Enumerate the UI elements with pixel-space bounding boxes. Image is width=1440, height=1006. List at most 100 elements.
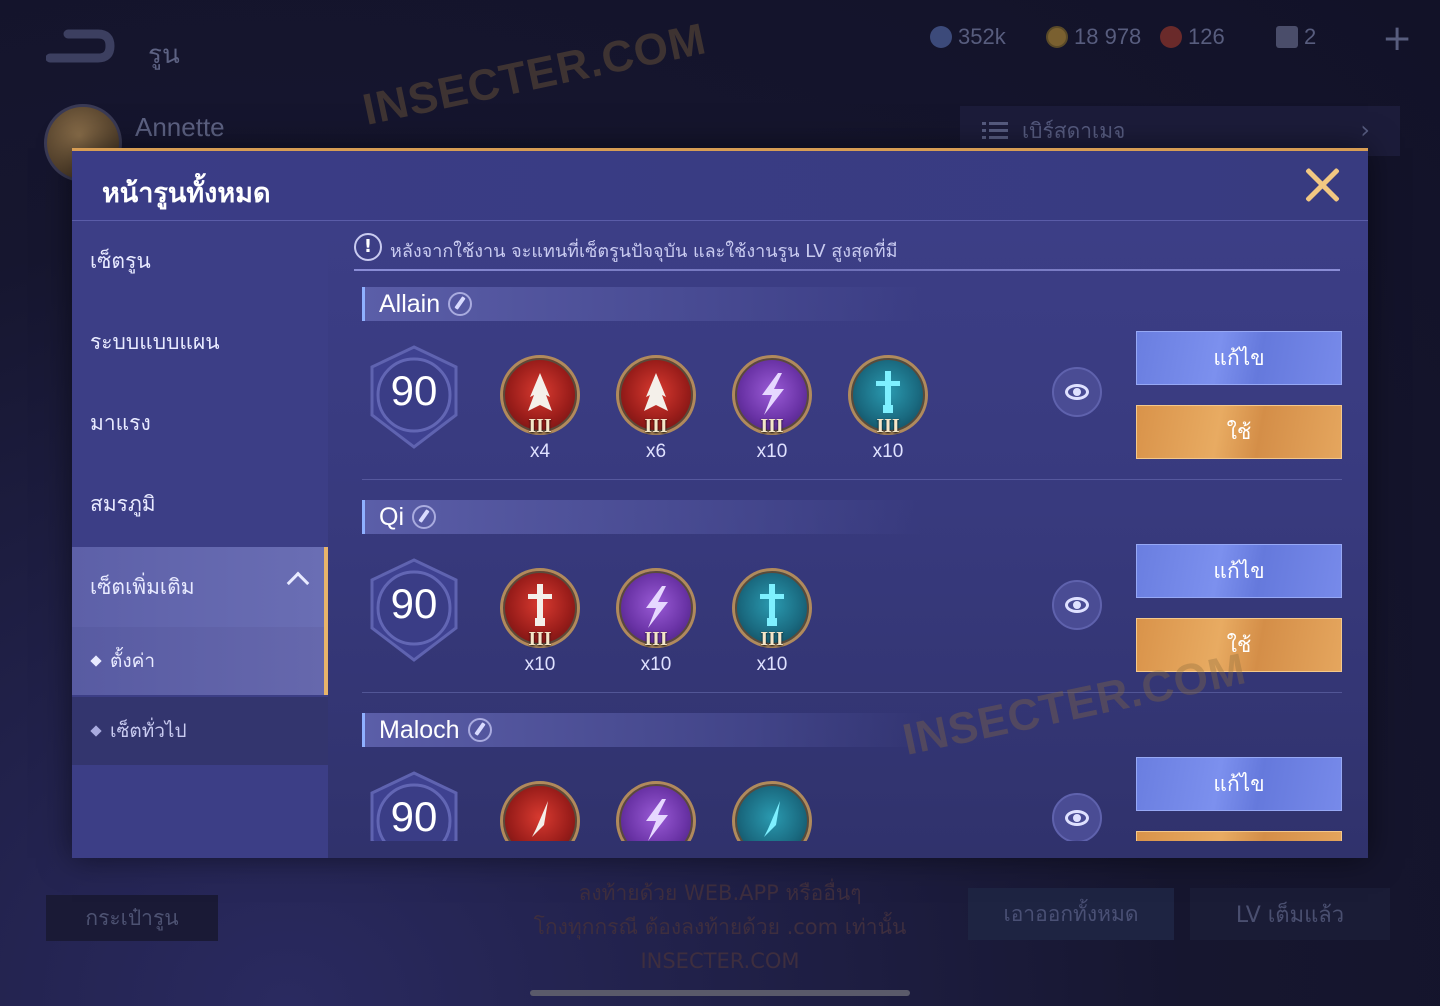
top-bar: รูน 352k 18 978 126 2 + bbox=[0, 0, 1440, 90]
edit-button[interactable]: แก้ไข bbox=[1136, 331, 1342, 385]
gold-amount: 18 978 bbox=[1074, 24, 1142, 49]
page-title: รูน bbox=[148, 40, 180, 70]
sidebar-subitem-general-sets[interactable]: เซ็ตทั่วไป bbox=[72, 697, 328, 765]
set-name: Allain bbox=[379, 289, 441, 318]
level-number: 90 bbox=[390, 580, 438, 627]
ticket-amount: 2 bbox=[1304, 24, 1317, 49]
rune-tier: III bbox=[644, 628, 668, 650]
currency-ticket: 2 bbox=[1276, 24, 1316, 50]
home-indicator bbox=[530, 990, 910, 996]
sidebar-item-label: มาแรง bbox=[90, 410, 151, 435]
divider bbox=[362, 479, 1342, 480]
rune-slot[interactable] bbox=[732, 781, 812, 841]
sidebar-subitem-settings[interactable]: ตั้งค่า bbox=[72, 627, 328, 695]
red-diamond-icon bbox=[1160, 26, 1182, 48]
hero-name: Annette bbox=[135, 112, 225, 142]
close-icon[interactable] bbox=[1302, 165, 1342, 205]
list-icon bbox=[982, 122, 1008, 139]
eye-pupil bbox=[1073, 601, 1081, 609]
rune-slot[interactable] bbox=[616, 781, 696, 841]
rune-set-row: Maloch 90 แก้ไข bbox=[328, 713, 1368, 841]
level-badge: 90 bbox=[366, 345, 462, 449]
preview-button[interactable] bbox=[1052, 367, 1102, 417]
sidebar-subitem-label: ตั้งค่า bbox=[110, 650, 155, 672]
back-arrow-icon[interactable] bbox=[46, 28, 116, 68]
use-button[interactable]: ใช้ bbox=[1136, 618, 1342, 672]
sidebar-item-label: ระบบแบบแผน bbox=[90, 329, 220, 354]
rune-tier: III bbox=[528, 628, 552, 650]
rune-tier: III bbox=[644, 415, 668, 437]
divider bbox=[362, 692, 1342, 693]
currency-crystal: 352k bbox=[930, 24, 1006, 50]
notice-line: INSECTER.COM bbox=[640, 949, 800, 973]
set-title-bar: Maloch bbox=[362, 713, 922, 747]
sidebar-item-battlefield[interactable]: สมรภูมิ bbox=[72, 464, 328, 544]
notice-text: ลงท้ายด้วย WEB.APP หรืออื่นๆ โกงทุกกรณี … bbox=[440, 876, 1000, 978]
rune-set-row: Qi 90 III x10 III x10 III x10 แก้ไข ใช้ bbox=[328, 500, 1368, 712]
rune-slot[interactable]: III x10 bbox=[848, 355, 928, 465]
preview-button[interactable] bbox=[1052, 580, 1102, 630]
rune-slot[interactable]: III x10 bbox=[616, 568, 696, 678]
chevron-up-icon bbox=[286, 571, 310, 595]
sidebar-item-rune-sets[interactable]: เซ็ตรูน bbox=[72, 221, 328, 301]
sidebar-subitem-label: เซ็ตทั่วไป bbox=[110, 720, 187, 742]
preview-button[interactable] bbox=[1052, 793, 1102, 841]
rune-tier: III bbox=[876, 415, 900, 437]
blade-icon bbox=[764, 801, 780, 837]
level-number: 90 bbox=[390, 367, 438, 414]
rune-count: x6 bbox=[645, 441, 667, 462]
notice-line: ลงท้ายด้วย WEB.APP หรืออื่นๆ bbox=[578, 881, 862, 905]
bullet-icon bbox=[90, 725, 102, 737]
notice-line: โกงทุกกรณี ต้องลงท้ายด้วย .com เท่านั้น bbox=[533, 915, 907, 939]
crystal-amount: 352k bbox=[958, 24, 1006, 49]
info-banner: ! หลังจากใช้งาน จะแทนที่เซ็ตรูนปัจจุบัน … bbox=[354, 233, 1340, 273]
rune-slot[interactable]: III x10 bbox=[732, 355, 812, 465]
lv-full-button[interactable]: LV เต็มแล้ว bbox=[1190, 888, 1390, 940]
use-button[interactable]: ใช้ bbox=[1136, 831, 1342, 841]
eye-pupil bbox=[1073, 814, 1081, 822]
edit-button[interactable]: แก้ไข bbox=[1136, 757, 1342, 811]
rune-count: x10 bbox=[524, 654, 556, 675]
edit-button[interactable]: แก้ไข bbox=[1136, 544, 1342, 598]
sidebar-item-system-presets[interactable]: ระบบแบบแผน bbox=[72, 302, 328, 382]
lightning-icon bbox=[646, 799, 668, 841]
pencil-icon[interactable] bbox=[467, 718, 492, 742]
set-name: Qi bbox=[379, 502, 404, 531]
rune-tier: III bbox=[760, 415, 784, 437]
sidebar-item-trending[interactable]: มาแรง bbox=[72, 383, 328, 463]
set-name: Maloch bbox=[379, 715, 460, 744]
use-button[interactable]: ใช้ bbox=[1136, 405, 1342, 459]
rune-slot[interactable]: III x10 bbox=[732, 568, 812, 678]
rune-bag-button[interactable]: กระเป๋ารูน bbox=[46, 895, 218, 941]
rune-count: x10 bbox=[640, 654, 672, 675]
sidebar-item-extra-sets[interactable]: เซ็ตเพิ่มเติม bbox=[72, 547, 328, 627]
rune-slot[interactable]: III x10 bbox=[500, 568, 580, 678]
rune-tier: III bbox=[760, 628, 784, 650]
add-currency-button[interactable]: + bbox=[1382, 18, 1412, 59]
divider bbox=[354, 269, 1340, 271]
info-text: หลังจากใช้งาน จะแทนที่เซ็ตรูนปัจจุบัน แล… bbox=[390, 241, 898, 262]
scroll-area[interactable]: Allain 90 III x4 III x6 III x10 III x10 … bbox=[328, 273, 1368, 841]
diamond-amount: 126 bbox=[1188, 24, 1225, 49]
level-number: 90 bbox=[390, 793, 438, 840]
sidebar: เซ็ตรูน ระบบแบบแผน มาแรง สมรภูมิ เซ็ตเพิ… bbox=[72, 221, 328, 858]
rune-count: x10 bbox=[872, 441, 904, 462]
currency-diamond: 126 bbox=[1160, 24, 1225, 50]
eye-pupil bbox=[1073, 388, 1081, 396]
rune-count: x10 bbox=[756, 441, 788, 462]
chevron-right-icon: › bbox=[1360, 116, 1370, 144]
ticket-icon bbox=[1276, 26, 1298, 48]
all-runes-modal: หน้ารูนทั้งหมด เซ็ตรูน ระบบแบบแผน มาแรง … bbox=[72, 148, 1368, 858]
modal-title: หน้ารูนทั้งหมด bbox=[102, 178, 271, 209]
sidebar-item-label: เซ็ตรูน bbox=[90, 248, 151, 273]
mode-select-label: เบิร์สดาเมจ bbox=[1022, 118, 1126, 143]
rune-slot[interactable]: III x6 bbox=[616, 355, 696, 465]
rune-slot[interactable]: III x4 bbox=[500, 355, 580, 465]
modal-header: หน้ารูนทั้งหมด bbox=[72, 151, 1368, 221]
rune-slot[interactable] bbox=[500, 781, 580, 841]
rune-count: x10 bbox=[756, 654, 788, 675]
pencil-icon[interactable] bbox=[412, 505, 436, 529]
pencil-icon[interactable] bbox=[448, 292, 473, 316]
bullet-icon bbox=[90, 655, 102, 667]
rune-count: x4 bbox=[529, 441, 551, 462]
